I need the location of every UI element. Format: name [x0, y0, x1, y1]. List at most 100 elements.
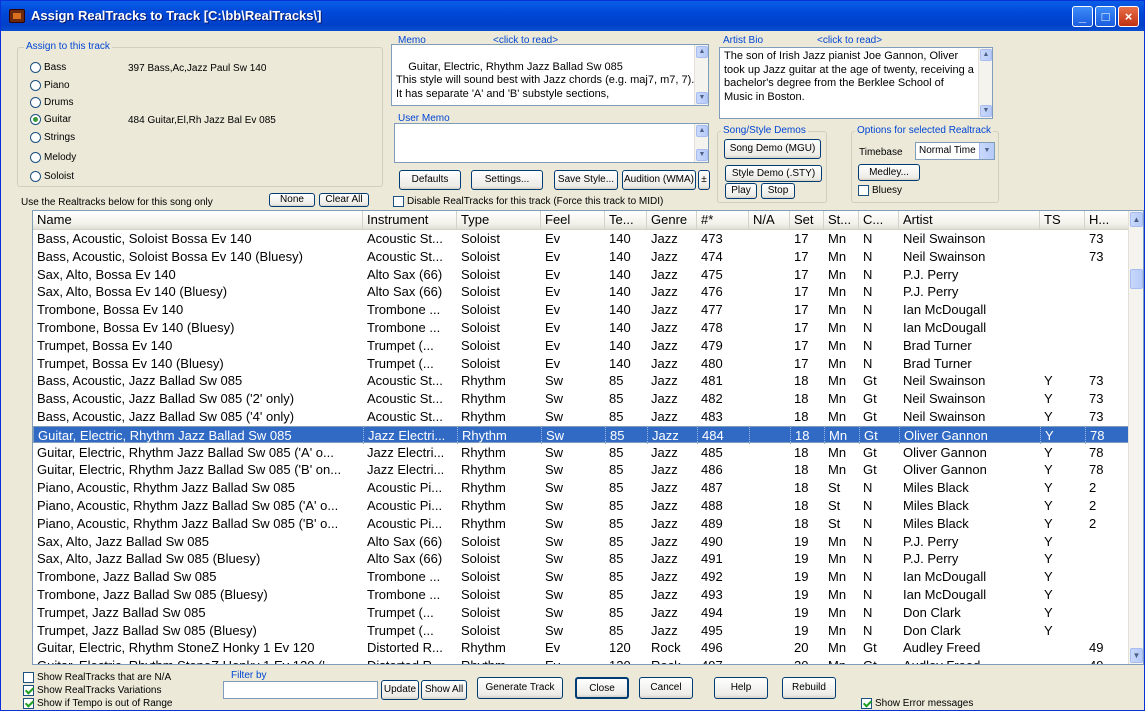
show-tempo-checkbox[interactable]: Show if Tempo is out of Range	[23, 698, 172, 709]
song-demo-button[interactable]: Song Demo (MGU)	[724, 139, 821, 159]
table-row[interactable]: Guitar, Electric, Rhythm Jazz Ballad Sw …	[33, 444, 1130, 461]
close-button[interactable]: Close	[575, 677, 629, 699]
scroll-down-icon[interactable]: ▼	[696, 92, 708, 104]
filter-input[interactable]	[223, 681, 378, 699]
table-row[interactable]: Bass, Acoustic, Soloist Bossa Ev 140 (Bl…	[33, 248, 1130, 265]
scroll-down-icon[interactable]: ▼	[1130, 648, 1143, 663]
radio-circle[interactable]	[30, 114, 41, 125]
table-row[interactable]: Sax, Alto, Jazz Ballad Sw 085 (Bluesy) Al…	[33, 550, 1130, 567]
memo-textbox[interactable]: Guitar, Electric, Rhythm Jazz Ballad Sw …	[391, 44, 709, 106]
medley-button[interactable]: Medley...	[858, 164, 920, 181]
radio-circle[interactable]	[30, 152, 41, 163]
timebase-select[interactable]: Normal Time ▼	[915, 142, 995, 160]
user-memo-scrollbar[interactable]: ▲ ▼	[694, 124, 708, 162]
show-all-button[interactable]: Show All	[421, 680, 467, 700]
table-row[interactable]: Guitar, Electric, Rhythm StoneZ Honky 1 …	[33, 639, 1130, 656]
table-row[interactable]: Bass, Acoustic, Jazz Ballad Sw 085 ('2' …	[33, 390, 1130, 407]
save-style-button[interactable]: Save Style...	[554, 170, 618, 190]
update-button[interactable]: Update	[381, 680, 419, 700]
rebuild-button[interactable]: Rebuild	[782, 677, 836, 699]
artist-bio-scrollbar[interactable]: ▲ ▼	[978, 48, 992, 118]
show-tempo-box[interactable]	[23, 698, 34, 709]
disable-realtracks-box[interactable]	[393, 196, 404, 207]
column-header[interactable]: #*	[697, 211, 749, 229]
table-row[interactable]: Piano, Acoustic, Rhythm Jazz Ballad Sw 0…	[33, 479, 1130, 496]
memo-scrollbar[interactable]: ▲ ▼	[694, 45, 708, 105]
close-icon[interactable]: ×	[1118, 6, 1139, 27]
show-variations-checkbox[interactable]: Show RealTracks Variations	[23, 685, 162, 696]
column-header[interactable]: Artist	[899, 211, 1040, 229]
column-header[interactable]: Feel	[541, 211, 605, 229]
realtracks-table[interactable]: Name Instrument Type Feel Te... Genre #* N/A Set…	[32, 210, 1144, 665]
table-row[interactable]: Trumpet, Jazz Ballad Sw 085 Trumpet (... S…	[33, 604, 1130, 621]
generate-track-button[interactable]: Generate Track	[477, 677, 563, 699]
show-errors-checkbox[interactable]: Show Error messages	[861, 698, 973, 709]
column-header[interactable]: Te...	[605, 211, 647, 229]
table-row[interactable]: Guitar, Electric, Rhythm Jazz Ballad Sw …	[33, 461, 1130, 478]
artist-bio-click-to-read[interactable]: <click to read>	[817, 35, 882, 46]
table-row[interactable]: Trombone, Jazz Ballad Sw 085 Trombone ...…	[33, 568, 1130, 585]
title-bar[interactable]: Assign RealTracks to Track [C:\bb\RealTr…	[1, 1, 1144, 31]
table-scrollbar[interactable]: ▲ ▼	[1128, 211, 1143, 664]
show-variations-box[interactable]	[23, 685, 34, 696]
scroll-up-icon[interactable]: ▲	[696, 125, 708, 137]
table-row[interactable]: Piano, Acoustic, Rhythm Jazz Ballad Sw 0…	[33, 515, 1130, 532]
track-radio-strings[interactable]: Strings	[30, 132, 75, 143]
scroll-up-icon[interactable]: ▲	[1130, 212, 1143, 227]
track-radio-bass[interactable]: Bass	[30, 62, 66, 73]
column-header[interactable]: Genre	[647, 211, 697, 229]
track-radio-piano[interactable]: Piano	[30, 80, 70, 91]
column-header[interactable]: Set	[790, 211, 824, 229]
cancel-button[interactable]: Cancel	[639, 677, 693, 699]
table-row[interactable]: Piano, Acoustic, Rhythm Jazz Ballad Sw 0…	[33, 497, 1130, 514]
style-demo-button[interactable]: Style Demo (.STY)	[725, 165, 822, 182]
maximize-icon[interactable]: □	[1095, 6, 1116, 27]
show-na-checkbox[interactable]: Show RealTracks that are N/A	[23, 672, 171, 683]
help-button[interactable]: Help	[714, 677, 768, 699]
table-row[interactable]: Bass, Acoustic, Jazz Ballad Sw 085 ('4' …	[33, 408, 1130, 425]
scroll-up-icon[interactable]: ▲	[696, 46, 708, 58]
table-row[interactable]: Bass, Acoustic, Soloist Bossa Ev 140 Acou…	[33, 230, 1130, 247]
track-radio-guitar[interactable]: Guitar	[30, 114, 71, 125]
disable-realtracks-checkbox[interactable]: Disable RealTracks for this track (Force…	[393, 196, 663, 207]
stop-button[interactable]: Stop	[761, 183, 795, 199]
show-errors-box[interactable]	[861, 698, 872, 709]
table-row[interactable]: Bass, Acoustic, Jazz Ballad Sw 085 Acoust…	[33, 372, 1130, 389]
column-header[interactable]: N/A	[749, 211, 790, 229]
radio-circle[interactable]	[30, 171, 41, 182]
dropdown-arrow-icon[interactable]: ▼	[979, 143, 994, 159]
table-body[interactable]: Bass, Acoustic, Soloist Bossa Ev 140 Acou…	[33, 230, 1130, 664]
radio-circle[interactable]	[30, 80, 41, 91]
table-row[interactable]: Trombone, Jazz Ballad Sw 085 (Bluesy) Tro…	[33, 586, 1130, 603]
scroll-thumb[interactable]	[1130, 269, 1143, 289]
column-header[interactable]: Type	[457, 211, 541, 229]
minimize-icon[interactable]: _	[1072, 6, 1093, 27]
scroll-up-icon[interactable]: ▲	[980, 49, 992, 61]
track-radio-soloist[interactable]: Soloist	[30, 171, 74, 182]
radio-circle[interactable]	[30, 97, 41, 108]
bluesy-checkbox[interactable]: Bluesy	[858, 185, 902, 196]
column-header[interactable]: H...	[1085, 211, 1130, 229]
radio-circle[interactable]	[30, 132, 41, 143]
scroll-down-icon[interactable]: ▼	[980, 105, 992, 117]
column-header[interactable]: Instrument	[363, 211, 457, 229]
table-row[interactable]: Trumpet, Bossa Ev 140 (Bluesy) Trumpet (.…	[33, 355, 1130, 372]
scroll-down-icon[interactable]: ▼	[696, 149, 708, 161]
radio-circle[interactable]	[30, 62, 41, 73]
table-row[interactable]: Trumpet, Bossa Ev 140 Trumpet (... Soloist…	[33, 337, 1130, 354]
column-header[interactable]: Name	[33, 211, 363, 229]
table-row[interactable]: Trombone, Bossa Ev 140 Trombone ... Solois…	[33, 301, 1130, 318]
column-header[interactable]: C...	[859, 211, 899, 229]
audition-button[interactable]: Audition (WMA)	[622, 170, 696, 190]
table-row[interactable]: Trombone, Bossa Ev 140 (Bluesy) Trombone …	[33, 319, 1130, 336]
table-row[interactable]: Sax, Alto, Jazz Ballad Sw 085 Alto Sax (6…	[33, 533, 1130, 550]
table-row[interactable]: Sax, Alto, Bossa Ev 140 Alto Sax (66) Solo…	[33, 266, 1130, 283]
column-header[interactable]: St...	[824, 211, 859, 229]
table-row[interactable]: Guitar, Electric, Rhythm Jazz Ballad Sw …	[33, 425, 1130, 444]
audition-options-button[interactable]: ±	[698, 170, 710, 190]
defaults-button[interactable]: Defaults	[399, 170, 461, 190]
track-radio-melody[interactable]: Melody	[30, 152, 76, 163]
user-memo-textbox[interactable]: ▲ ▼	[394, 123, 709, 163]
table-row[interactable]: Sax, Alto, Bossa Ev 140 (Bluesy) Alto Sax…	[33, 283, 1130, 300]
none-button[interactable]: None	[269, 193, 315, 207]
